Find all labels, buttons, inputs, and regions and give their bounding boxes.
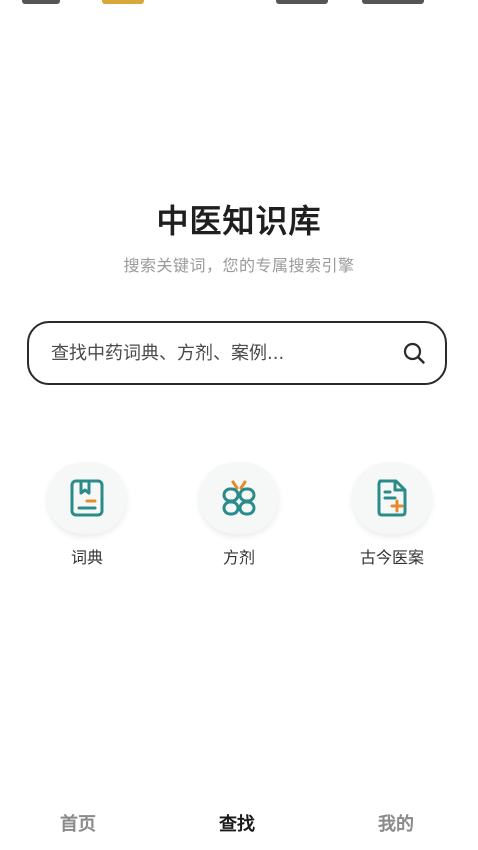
shortcut-medical-cases[interactable]: 古今医案 [337,462,447,568]
status-fragment [276,0,328,4]
tab-mine[interactable]: 我的 [378,810,414,836]
tab-search[interactable]: 查找 [219,810,255,836]
search-box[interactable] [27,321,447,385]
shortcut-icon-circle [47,462,127,534]
herb-bundle-icon [222,480,256,516]
shortcut-label: 词典 [70,548,103,567]
bottom-tab-bar: 首页 查找 我的 [0,802,478,842]
shortcut-dictionary[interactable]: 词典 [32,462,142,568]
status-fragment [362,0,424,4]
status-fragment [102,0,144,4]
status-bar [0,0,478,8]
tab-home[interactable]: 首页 [60,810,96,836]
search-icon[interactable] [401,340,427,366]
page-subtitle: 搜索关键词，您的专属搜索引擎 [123,256,355,275]
shortcut-label: 古今医案 [359,548,424,567]
book-icon [70,479,104,517]
status-fragment [22,0,60,4]
search-input[interactable] [49,341,401,365]
shortcut-grid: 词典 方剂 古今医案 [0,462,478,572]
shortcut-icon-circle [352,462,432,534]
page-title: 中医知识库 [156,202,322,240]
shortcut-label: 方剂 [222,548,255,567]
shortcut-formula[interactable]: 方剂 [184,462,294,568]
shortcut-icon-circle [199,462,279,534]
document-plus-icon [377,479,407,517]
